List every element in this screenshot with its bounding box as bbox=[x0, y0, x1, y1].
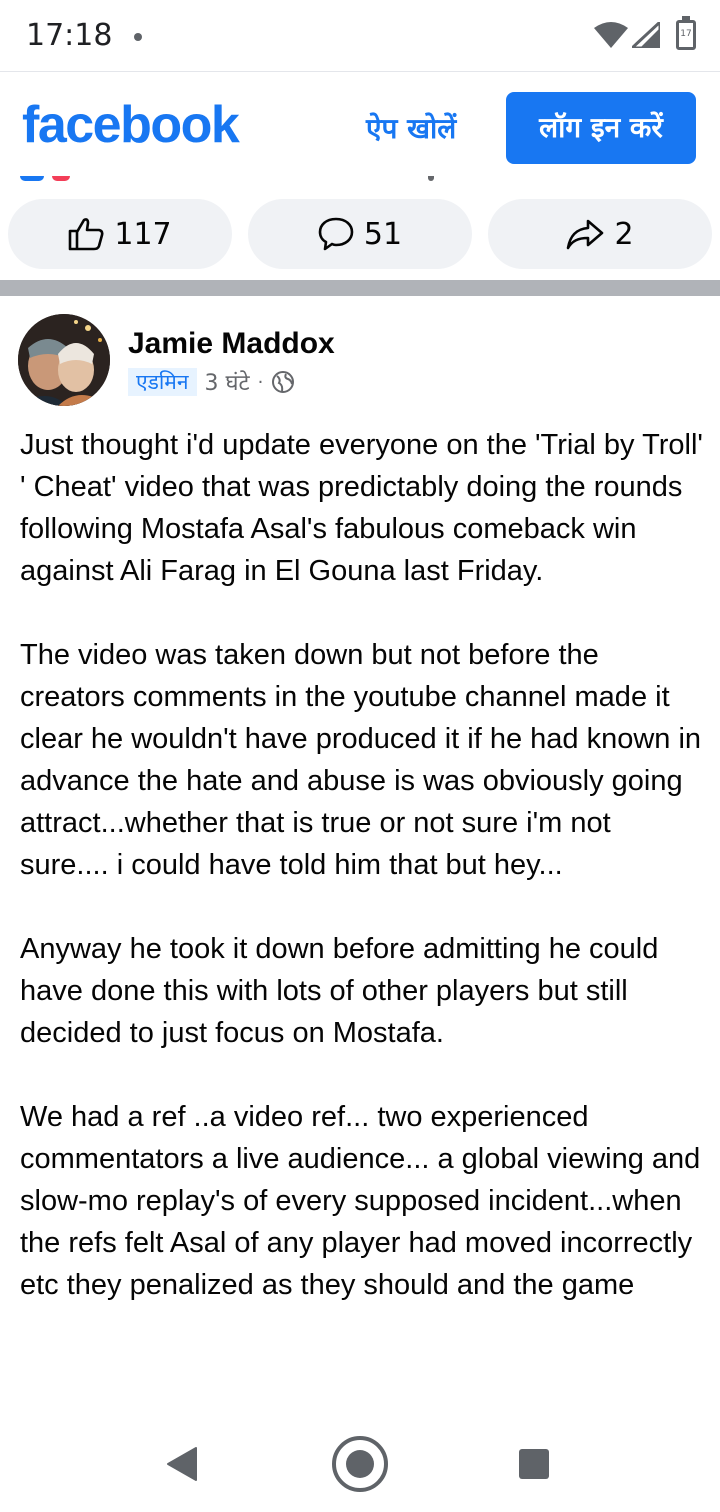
share-count: 2 bbox=[614, 216, 634, 252]
facebook-header: facebook ऐप खोलें लॉग इन करें bbox=[0, 73, 720, 185]
author-name[interactable]: Jamie Maddox bbox=[128, 327, 335, 361]
post-body: Just thought i'd update everyone on the … bbox=[20, 424, 704, 1412]
comment-icon bbox=[318, 217, 354, 251]
open-app-link[interactable]: ऐप खोलें bbox=[366, 109, 456, 147]
notification-dot-icon bbox=[134, 33, 142, 41]
back-triangle-icon[interactable] bbox=[166, 1446, 198, 1482]
recents-square-icon[interactable] bbox=[519, 1449, 549, 1479]
status-bar: 17:18 17 bbox=[0, 0, 720, 72]
facebook-logo[interactable]: facebook bbox=[22, 95, 240, 155]
navigation-bar bbox=[0, 1416, 720, 1512]
share-arrow-icon bbox=[567, 219, 604, 250]
comment-button[interactable]: 51 bbox=[248, 199, 472, 269]
avatar[interactable] bbox=[18, 314, 110, 406]
post-time[interactable]: 3 घंटे bbox=[205, 367, 250, 397]
like-count: 117 bbox=[114, 216, 172, 252]
comment-count: 51 bbox=[363, 216, 403, 252]
share-button[interactable]: 2 bbox=[488, 199, 712, 269]
home-circle-icon[interactable] bbox=[332, 1436, 388, 1492]
avatar-photo bbox=[18, 314, 110, 406]
post-paragraph: Anyway he took it down before admitting … bbox=[20, 933, 659, 1049]
wifi-icon bbox=[594, 22, 628, 48]
admin-badge: एडमिन bbox=[128, 368, 197, 396]
post-paragraph: The video was taken down but not before … bbox=[20, 639, 702, 881]
post-separator bbox=[0, 280, 720, 296]
battery-icon: 17 bbox=[676, 16, 696, 50]
previous-post-edge bbox=[0, 176, 720, 188]
like-button[interactable]: 117 bbox=[8, 199, 232, 269]
post-meta: एडमिन 3 घंटे · bbox=[128, 368, 295, 396]
battery-level: 17 bbox=[680, 29, 692, 39]
meta-separator: · bbox=[257, 371, 264, 393]
post-paragraph: Just thought i'd update everyone on the … bbox=[20, 429, 703, 587]
post-paragraph: We had a ref ..a video ref... two experi… bbox=[20, 1101, 701, 1301]
signal-icon bbox=[632, 22, 660, 48]
globe-icon bbox=[272, 371, 295, 393]
status-time: 17:18 bbox=[26, 18, 113, 53]
login-button[interactable]: लॉग इन करें bbox=[506, 92, 696, 164]
thumbs-up-icon bbox=[69, 218, 104, 251]
